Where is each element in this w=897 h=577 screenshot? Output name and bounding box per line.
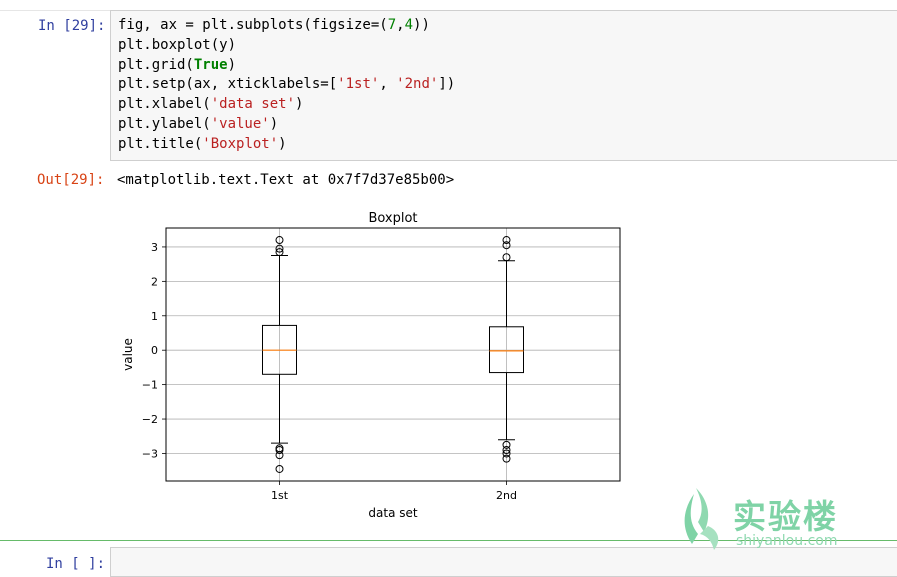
logo-text: 实验楼 xyxy=(733,497,838,536)
code-token: plt.setp(ax, xticklabels=[ xyxy=(118,76,338,93)
plot-area xyxy=(166,228,620,481)
code-line: plt.title('Boxplot') xyxy=(118,135,455,155)
boxplot-chart: −3 −2 −1 0 1 2 3 1st 2nd Boxplot data set value xyxy=(121,211,621,520)
output-prompt: Out[29]: xyxy=(37,172,105,188)
code-token: plt.grid( xyxy=(118,56,194,73)
code-token: 4 xyxy=(404,17,414,33)
code-token: ) xyxy=(227,56,237,73)
code-token: , xyxy=(379,76,397,93)
y-tick-label: 1 xyxy=(151,310,158,323)
code-token: plt.xlabel( xyxy=(118,96,211,113)
code-token: '1st' xyxy=(337,76,380,93)
y-tick-label: −1 xyxy=(142,379,158,392)
leaf-icon xyxy=(684,488,719,550)
code-line: plt.boxplot(y) xyxy=(118,36,455,56)
y-tick-label: 3 xyxy=(151,241,158,254)
code-cell-editor[interactable]: fig, ax = plt.subplots(figsize=(7,4)) plt… xyxy=(110,10,897,161)
code-token: ]) xyxy=(438,76,456,93)
code-token: 'Boxplot' xyxy=(202,135,279,152)
code-token: plt.ylabel( xyxy=(118,115,211,132)
y-tick-label: −3 xyxy=(142,447,158,460)
code-line: fig, ax = plt.subplots(figsize=(7,4)) xyxy=(118,16,455,36)
y-axis-label: value xyxy=(121,338,135,371)
empty-input-prompt: In [ ]: xyxy=(46,556,106,572)
input-prompt: In [29]: xyxy=(38,18,106,34)
code-token: '2nd' xyxy=(396,76,439,93)
code-line: plt.setp(ax, xticklabels=['1st', '2nd']) xyxy=(118,75,455,95)
code-line: plt.xlabel('data set') xyxy=(118,95,455,115)
code-token: plt.boxplot(y) xyxy=(118,36,237,53)
output-text: <matplotlib.text.Text at 0x7f7d37e85b00> xyxy=(117,172,455,188)
logo-subtext: shiyanlou.com xyxy=(736,533,838,549)
x-axis-label: data set xyxy=(368,506,417,520)
code-token: )) xyxy=(413,17,430,33)
code-block: fig, ax = plt.subplots(figsize=(7,4)) plt… xyxy=(118,16,455,155)
code-line: plt.ylabel('value') xyxy=(118,115,455,135)
code-token: ) xyxy=(295,96,304,113)
code-line: plt.grid(True) xyxy=(118,56,455,76)
y-tick-label: −2 xyxy=(142,413,158,426)
code-token: 7 xyxy=(387,17,397,33)
code-token: ) xyxy=(278,135,287,152)
code-token: True xyxy=(193,56,228,73)
code-token: ) xyxy=(269,115,279,132)
code-token: , xyxy=(396,17,405,33)
y-tick-label: 0 xyxy=(151,344,158,357)
chart-title: Boxplot xyxy=(368,211,417,226)
watermark-logo: 实验楼 shiyanlou.com xyxy=(678,486,850,556)
x-tick-label: 2nd xyxy=(496,489,517,502)
code-token: fig, ax = plt.subplots(figsize=( xyxy=(118,17,388,33)
y-tick-label: 2 xyxy=(151,275,158,288)
code-token: 'data set' xyxy=(210,96,296,113)
code-token: plt.title( xyxy=(118,135,203,152)
x-tick-label: 1st xyxy=(271,489,289,502)
code-token: 'value' xyxy=(210,115,270,132)
